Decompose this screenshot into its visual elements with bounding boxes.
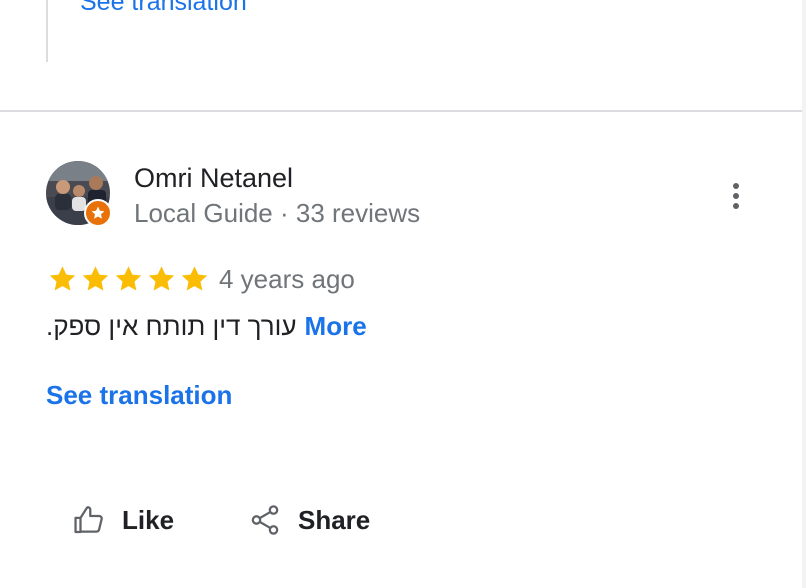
share-icon (251, 505, 279, 535)
local-guide-star-icon (84, 199, 112, 227)
share-label: Share (298, 504, 371, 535)
review-menu-button[interactable] (716, 176, 756, 216)
more-link[interactable]: More (305, 311, 367, 341)
reviews-panel: See translation Omri Netanel Local Guide… (0, 0, 806, 588)
star-icon (49, 266, 76, 291)
thumb-up-outline-icon (74, 506, 103, 534)
star-icon (148, 266, 175, 291)
star-icon (82, 266, 109, 291)
review-divider (0, 110, 802, 112)
review-text-line: עורך דין תותח אין ספק. More (46, 311, 367, 342)
scrollbar-track[interactable] (802, 0, 806, 588)
star-icon (181, 266, 208, 291)
star-icon (115, 266, 142, 291)
review-text: עורך דין תותח אין ספק. (46, 311, 297, 341)
author-meta: Local Guide · 33 reviews (134, 198, 421, 228)
more-vert-icon (733, 183, 739, 209)
review-time: 4 years ago (219, 264, 355, 294)
like-label: Like (122, 504, 175, 535)
previous-review: See translation (0, 0, 802, 112)
star-rating (46, 263, 211, 295)
see-translation-link[interactable]: See translation (46, 380, 232, 411)
quote-bar (46, 0, 48, 62)
share-button[interactable]: Share (248, 500, 370, 540)
like-button[interactable]: Like (72, 500, 174, 540)
author-name[interactable]: Omri Netanel (134, 163, 293, 194)
previous-see-translation-link[interactable]: See translation (80, 0, 247, 17)
author-avatar[interactable] (46, 161, 112, 227)
